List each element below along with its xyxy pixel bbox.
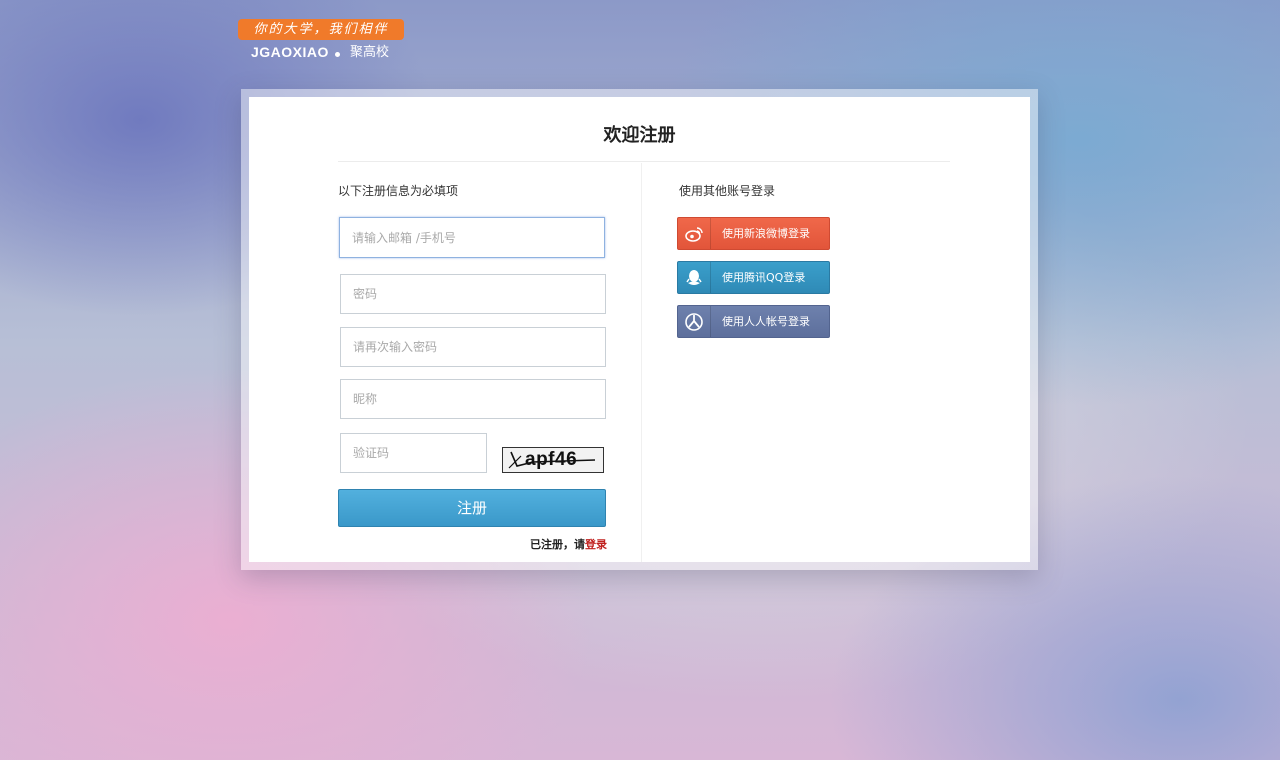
page-title: 欢迎注册 [603,125,676,146]
nickname-input[interactable] [340,379,606,419]
login-prompt: 已注册，请登录 [439,537,607,553]
weibo-icon [678,218,711,249]
already-registered-text: 已注册，请 [530,538,585,551]
renren-login-button[interactable]: 使用人人帐号登录 [677,305,830,338]
renren-icon [678,306,711,337]
logo-dot [335,52,340,57]
logo-brand-cn: 聚高校 [350,45,390,60]
site-logo[interactable]: 你的大学，我们相伴 JGAOXIAO 聚高校 [238,19,408,63]
title-divider [338,161,950,162]
login-link[interactable]: 登录 [585,538,607,551]
password-input[interactable] [340,274,606,314]
weibo-login-button[interactable]: 使用新浪微博登录 [677,217,830,250]
qq-login-button[interactable]: 使用腾讯QQ登录 [677,261,830,294]
captcha-image[interactable]: apf46 [502,447,604,473]
qq-icon [678,262,711,293]
required-hint: 以下注册信息为必填项 [338,184,459,198]
renren-login-label: 使用人人帐号登录 [722,315,810,328]
captcha-input[interactable] [340,433,487,473]
email-phone-input[interactable] [339,217,605,258]
column-divider [641,163,642,562]
register-card: 欢迎注册 以下注册信息为必填项 apf46 注册 已注册，请登录 使用其他账号登… [249,97,1030,562]
social-login-hint: 使用其他账号登录 [679,184,776,198]
register-button[interactable]: 注册 [338,489,606,527]
weibo-login-label: 使用新浪微博登录 [722,227,810,240]
captcha-text: apf46 [525,449,578,470]
qq-login-label: 使用腾讯QQ登录 [722,271,806,284]
confirm-password-input[interactable] [340,327,606,367]
logo-slogan: 你的大学，我们相伴 [238,19,404,40]
logo-brand: JGAOXIAO [251,44,329,60]
